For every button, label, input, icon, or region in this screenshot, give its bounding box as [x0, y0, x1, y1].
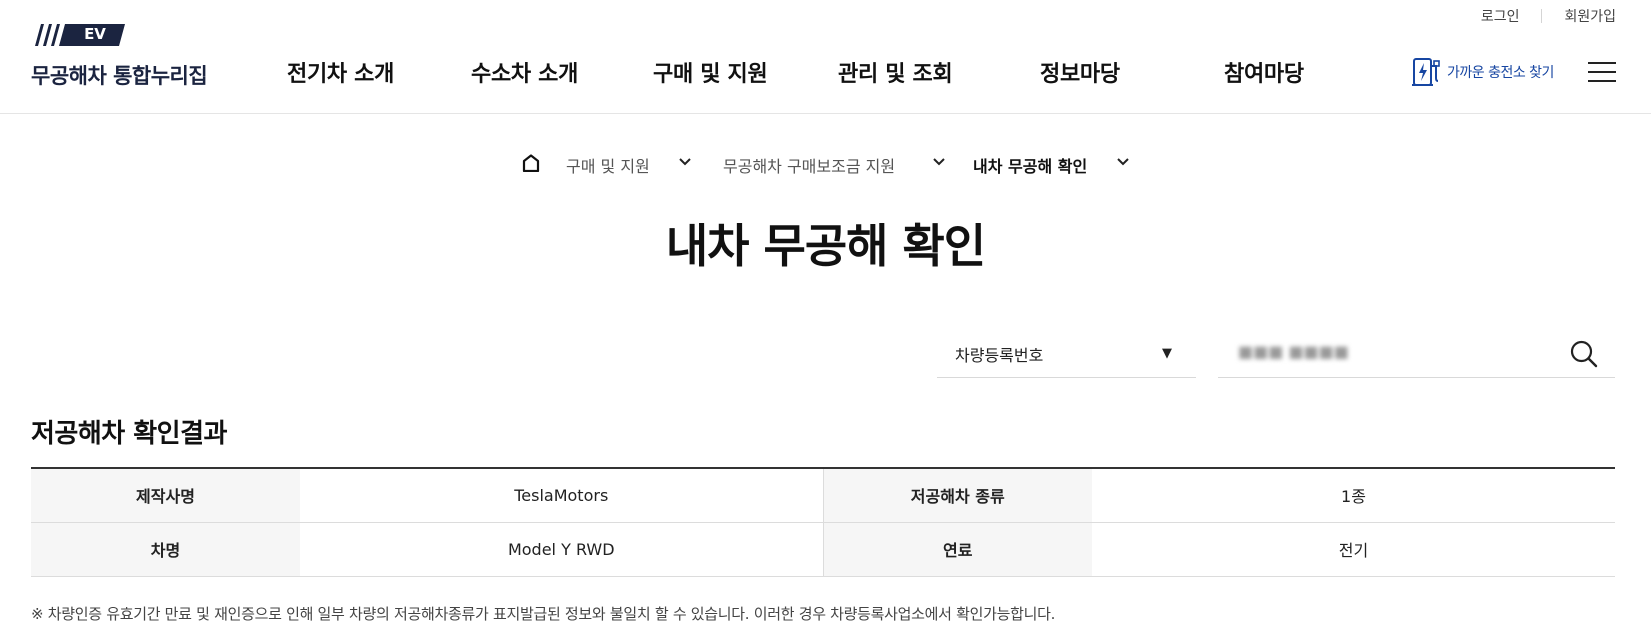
- login-link[interactable]: 로그인: [1481, 6, 1520, 26]
- chevron-down-icon[interactable]: [678, 157, 692, 167]
- page-title: 내차 무공해 확인: [665, 219, 986, 273]
- logo-badge-text: EV: [84, 25, 106, 43]
- value-fuel: 전기: [1092, 522, 1615, 577]
- value-model: Model Y RWD: [300, 522, 824, 577]
- search-input-value: ■■■ ■■■■: [1238, 342, 1349, 361]
- nav-information[interactable]: 정보마당: [1040, 56, 1120, 88]
- breadcrumb-item-subsidy[interactable]: 무공해차 구매보조금 지원: [723, 153, 895, 177]
- value-lev-type: 1종: [1092, 468, 1615, 523]
- nav-hydrogen-intro[interactable]: 수소차 소개: [471, 56, 578, 88]
- dropdown-arrow-icon: ▼: [1162, 346, 1172, 361]
- home-icon[interactable]: [522, 154, 540, 176]
- header-model: 차명: [31, 522, 300, 577]
- header-lev-type: 저공해차 종류: [823, 468, 1092, 523]
- table-row: 제작사명 TeslaMotors 저공해차 종류 1종: [31, 468, 1615, 523]
- header-manufacturer: 제작사명: [31, 468, 300, 523]
- site-logo[interactable]: EV 무공해차 통합누리집: [31, 24, 231, 94]
- join-link[interactable]: 회원가입: [1564, 6, 1616, 26]
- search-input[interactable]: ■■■ ■■■■: [1218, 330, 1615, 378]
- chevron-down-icon[interactable]: [1116, 157, 1130, 167]
- search-icon[interactable]: [1569, 339, 1599, 369]
- search-type-value: 차량등록번호: [955, 346, 1044, 365]
- nav-management-lookup[interactable]: 관리 및 조회: [838, 56, 953, 88]
- utility-menu: 로그인 회원가입: [1481, 6, 1616, 26]
- breadcrumb-item-purchase-support[interactable]: 구매 및 지원: [566, 153, 650, 177]
- chevron-down-icon[interactable]: [932, 157, 946, 167]
- nav-participation[interactable]: 참여마당: [1224, 56, 1304, 88]
- search-type-select[interactable]: 차량등록번호 ▼: [937, 330, 1196, 378]
- nav-purchase-support[interactable]: 구매 및 지원: [653, 56, 768, 88]
- value-manufacturer: TeslaMotors: [300, 468, 824, 523]
- divider: [1541, 9, 1543, 23]
- notice-text: ※ 차량인증 유효기간 만료 및 재인증으로 인해 일부 차량의 저공해차종류가…: [31, 605, 1056, 623]
- site-name: 무공해차 통합누리집: [31, 64, 208, 88]
- find-charger-label: 가까운 충전소 찾기: [1447, 65, 1554, 81]
- menu-icon[interactable]: [1588, 62, 1616, 82]
- breadcrumb-item-current[interactable]: 내차 무공해 확인: [973, 153, 1087, 177]
- nav-ev-intro[interactable]: 전기차 소개: [287, 56, 394, 88]
- result-title: 저공해차 확인결과: [31, 419, 227, 449]
- find-charger-button[interactable]: 가까운 충전소 찾기: [1411, 56, 1554, 88]
- charger-station-icon: [1412, 58, 1440, 86]
- table-row: 차명 Model Y RWD 연료 전기: [31, 522, 1615, 577]
- header-fuel: 연료: [823, 522, 1092, 577]
- site-header: 로그인 회원가입 EV 무공해차 통합누리집 전기차 소개 수소차 소개 구매 …: [0, 0, 1651, 114]
- result-table: 제작사명 TeslaMotors 저공해차 종류 1종 차명 Model Y R…: [31, 467, 1615, 577]
